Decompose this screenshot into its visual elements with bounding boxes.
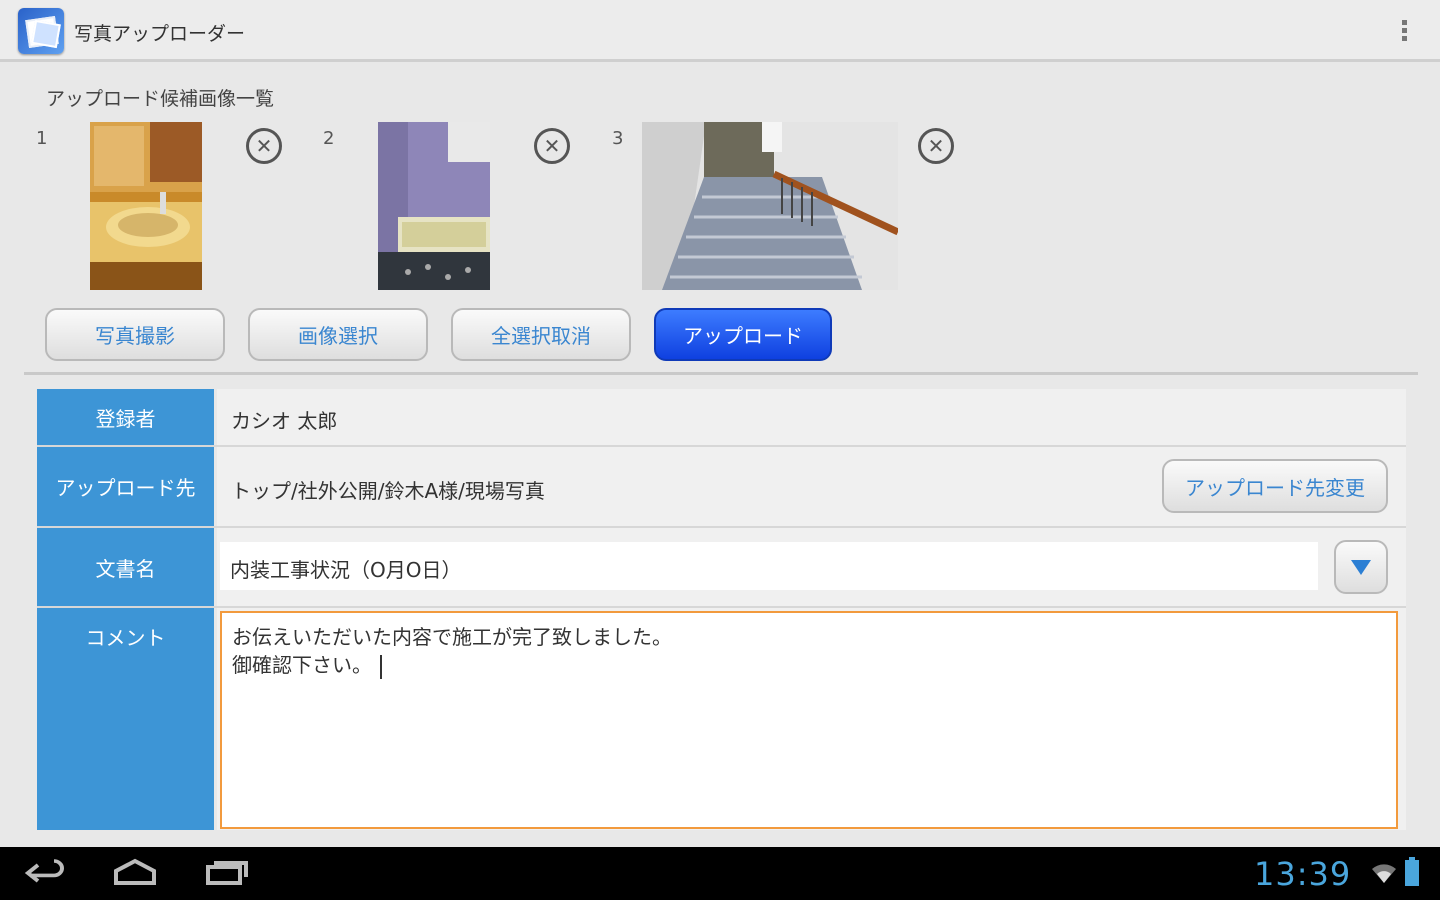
destination-label: アップロード先 bbox=[37, 447, 217, 526]
back-icon[interactable] bbox=[24, 857, 68, 889]
comment-textarea[interactable]: お伝えいただいた内容で施工が完了致しました。 御確認下さい。 bbox=[220, 611, 1398, 829]
home-icon[interactable] bbox=[112, 857, 158, 887]
app-logo-icon[interactable] bbox=[18, 8, 64, 54]
candidate-index-3: 3 bbox=[612, 128, 624, 149]
app-title: 写真アップローダー bbox=[74, 23, 246, 45]
text-caret bbox=[380, 654, 382, 679]
system-nav-bar: 13:39 bbox=[0, 847, 1440, 900]
comment-row: コメント お伝えいただいた内容で施工が完了致しました。 御確認下さい。 bbox=[37, 608, 1406, 830]
battery-icon bbox=[1405, 857, 1419, 886]
comment-label: コメント bbox=[37, 608, 217, 830]
destination-value: トップ/社外公開/鈴木A様/現場写真 bbox=[231, 479, 545, 503]
deselect-all-button[interactable]: 全選択取消 bbox=[451, 308, 631, 361]
destination-row: アップロード先 トップ/社外公開/鈴木A様/現場写真 アップロード先変更 bbox=[37, 447, 1406, 528]
chevron-down-icon bbox=[1351, 560, 1371, 575]
candidate-thumbnail-2[interactable] bbox=[378, 122, 490, 290]
action-bar: 写真アップローダー bbox=[0, 0, 1440, 62]
docname-input[interactable]: 内装工事状況（O月O日） bbox=[220, 542, 1318, 590]
remove-candidate-1-icon[interactable]: ✕ bbox=[246, 128, 282, 164]
clock: 13:39 bbox=[1254, 855, 1352, 893]
upload-form: 登録者 カシオ 太郎 アップロード先 トップ/社外公開/鈴木A様/現場写真 アッ… bbox=[37, 389, 1406, 830]
comment-line-1: お伝えいただいた内容で施工が完了致しました。 bbox=[232, 625, 672, 649]
upload-button[interactable]: アップロード bbox=[654, 308, 832, 361]
wifi-icon bbox=[1372, 864, 1396, 883]
candidate-thumbnail-1[interactable] bbox=[90, 122, 202, 290]
candidate-thumbnail-3[interactable] bbox=[642, 122, 898, 290]
recent-apps-icon[interactable] bbox=[204, 857, 250, 887]
candidate-index-2: 2 bbox=[323, 128, 335, 149]
candidate-list-label: アップロード候補画像一覧 bbox=[46, 88, 275, 110]
docname-label: 文書名 bbox=[37, 528, 217, 606]
comment-line-2: 御確認下さい。 bbox=[232, 653, 372, 677]
remove-candidate-2-icon[interactable]: ✕ bbox=[534, 128, 570, 164]
overflow-menu-icon[interactable] bbox=[1396, 18, 1412, 48]
remove-candidate-3-icon[interactable]: ✕ bbox=[918, 128, 954, 164]
registrant-label: 登録者 bbox=[37, 389, 217, 445]
select-image-button[interactable]: 画像選択 bbox=[248, 308, 428, 361]
candidate-index-1: 1 bbox=[36, 128, 48, 149]
registrant-row: 登録者 カシオ 太郎 bbox=[37, 389, 1406, 447]
docname-dropdown-button[interactable] bbox=[1334, 540, 1388, 594]
section-divider bbox=[24, 372, 1418, 375]
registrant-value: カシオ 太郎 bbox=[231, 409, 338, 433]
docname-input-value: 内装工事状況（O月O日） bbox=[230, 558, 462, 582]
take-photo-button[interactable]: 写真撮影 bbox=[45, 308, 225, 361]
docname-row: 文書名 内装工事状況（O月O日） bbox=[37, 528, 1406, 608]
change-destination-button[interactable]: アップロード先変更 bbox=[1162, 459, 1388, 513]
